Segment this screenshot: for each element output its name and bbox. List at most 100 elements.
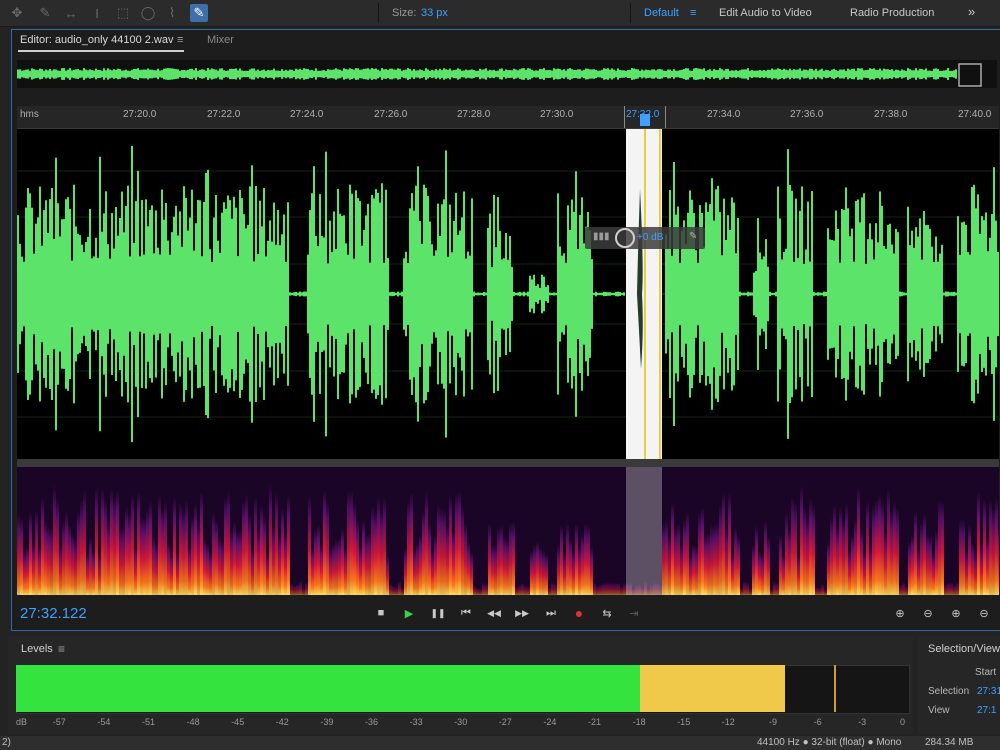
overview-waveform-bar <box>169 68 171 80</box>
overview-waveform-bar <box>319 70 321 78</box>
waveform-sample-bar <box>345 243 347 345</box>
overview-waveform-bar <box>399 68 401 80</box>
slip-tool-icon[interactable]: ↔ <box>62 4 80 22</box>
skip-selection-icon[interactable]: ⇥ <box>626 605 642 621</box>
waveform-sample-bar <box>621 292 623 296</box>
spectral-column <box>890 511 893 595</box>
marquee-tool-icon[interactable]: ⬚ <box>114 4 132 22</box>
db-tick-label: dB <box>16 717 28 727</box>
overview-waveform-bar <box>443 68 445 80</box>
spectral-column <box>218 536 221 595</box>
workspace-overflow-icon[interactable]: » <box>968 4 975 19</box>
waveform-sample-bar <box>731 197 733 391</box>
playhead-handle-icon[interactable] <box>640 114 650 126</box>
waveform-sample-bar <box>229 200 231 388</box>
overview-waveform-bar <box>153 70 155 78</box>
spectral-column <box>719 504 722 595</box>
spectral-column <box>212 512 215 595</box>
waveform-sample-bar <box>139 256 141 332</box>
waveform-sample-bar <box>863 193 865 395</box>
selection-start-value[interactable]: 27:31 <box>977 686 1000 697</box>
tab-mixer[interactable]: Mixer <box>207 34 234 46</box>
spectral-column <box>731 552 734 595</box>
overview-waveform-bar <box>501 68 503 80</box>
overview-waveform-bar <box>355 68 357 80</box>
hud-gain-knob-icon[interactable] <box>615 228 635 248</box>
waveform-sample-bar <box>221 212 223 376</box>
current-time-display[interactable]: 27:32.122 <box>20 605 87 622</box>
overview-waveform-bar <box>469 69 471 79</box>
overview-waveform[interactable] <box>17 60 997 88</box>
view-start-value[interactable]: 27:1 <box>977 705 996 716</box>
overview-waveform-bar <box>403 69 405 79</box>
hud-pin-icon[interactable]: ✎ <box>689 231 697 242</box>
waveform-sample-bar <box>715 189 717 399</box>
lasso-tool-icon[interactable]: ◯ <box>139 4 157 22</box>
spectral-display[interactable] <box>17 467 999 595</box>
move-playhead-to-next-button[interactable]: ⏭ <box>543 605 559 621</box>
view-divider[interactable] <box>17 459 999 467</box>
overview-waveform-bar <box>127 70 129 78</box>
waveform-sample-bar <box>367 203 369 385</box>
waveform-display[interactable] <box>17 129 999 459</box>
overview-waveform-bar <box>899 70 901 78</box>
workspace-radio-production[interactable]: Radio Production <box>850 7 934 19</box>
levels-menu-icon[interactable]: ≡ <box>58 642 65 656</box>
pause-button[interactable]: ❚❚ <box>430 605 446 621</box>
spectral-column <box>431 551 434 595</box>
waveform-sample-bar <box>219 252 221 336</box>
loop-playback-icon[interactable]: ⇆ <box>599 605 615 621</box>
overview-waveform-bar <box>943 70 945 78</box>
overview-waveform-bar <box>309 70 311 78</box>
workspace-menu-icon[interactable]: ≡ <box>690 7 696 19</box>
overview-waveform-bar <box>31 68 33 80</box>
fast-forward-button[interactable]: ▶▶ <box>514 605 530 621</box>
overview-waveform-bar <box>851 68 853 80</box>
zoom-in-time-icon[interactable]: ⊕ <box>948 605 964 621</box>
overview-waveform-bar <box>201 69 203 79</box>
play-button[interactable]: ▶ <box>401 605 417 621</box>
workspace-edit-audio-to-video[interactable]: Edit Audio to Video <box>719 7 812 19</box>
overview-waveform-bar <box>581 70 583 78</box>
overview-waveform-bar <box>747 68 749 80</box>
hud-gain-control[interactable]: ▮▮▮ +0 dB ✎ <box>585 227 705 249</box>
stop-button[interactable]: ■ <box>373 605 389 621</box>
waveform-sample-bar <box>265 256 267 332</box>
overview-waveform-bar <box>687 68 689 80</box>
move-playhead-to-previous-button[interactable]: ⏮ <box>458 605 474 621</box>
zoom-out-time-icon[interactable]: ⊖ <box>976 605 992 621</box>
move-tool-icon[interactable]: ✥ <box>8 4 26 22</box>
waveform-sample-bar <box>887 224 889 364</box>
tab-menu-icon[interactable]: ≡ <box>177 34 183 46</box>
razor-tool-icon[interactable]: ✎ <box>36 4 54 22</box>
rewind-button[interactable]: ◀◀ <box>486 605 502 621</box>
waveform-sample-bar <box>949 292 951 296</box>
record-button[interactable]: ● <box>571 605 587 621</box>
zoom-out-amplitude-icon[interactable]: ⊖ <box>920 605 936 621</box>
spectral-column <box>47 525 50 595</box>
spectral-column <box>323 489 326 595</box>
waveform-sample-bar <box>717 185 719 403</box>
tab-editor[interactable]: Editor: audio_only 44100 2.wav <box>20 34 174 46</box>
waveform-sample-bar <box>581 197 583 391</box>
time-ruler[interactable] <box>17 106 999 129</box>
waveform-sample-bar <box>549 292 551 296</box>
waveform-sample-bar <box>935 236 937 352</box>
brush-tool-icon[interactable]: ⌇ <box>163 4 181 22</box>
overview-waveform-bar <box>413 68 415 80</box>
spot-healing-brush-icon[interactable]: ✎ <box>190 4 208 22</box>
overview-viewport[interactable] <box>958 63 982 87</box>
waveform-sample-bar <box>399 292 401 296</box>
spectral-column <box>473 585 476 595</box>
size-value[interactable]: 33 px <box>421 7 448 19</box>
spectral-column <box>497 527 500 595</box>
workspace-default[interactable]: Default <box>644 7 679 19</box>
zoom-in-amplitude-icon[interactable]: ⊕ <box>892 605 908 621</box>
waveform-sample-bar <box>237 256 239 332</box>
overview-waveform-bar <box>227 70 229 78</box>
waveform-sample-bar <box>189 217 191 371</box>
time-selection-tool-icon[interactable]: I <box>88 4 106 22</box>
overview-waveform-bar <box>885 69 887 79</box>
spectral-column <box>95 486 98 595</box>
hud-gain-value[interactable]: +0 dB <box>637 232 663 243</box>
